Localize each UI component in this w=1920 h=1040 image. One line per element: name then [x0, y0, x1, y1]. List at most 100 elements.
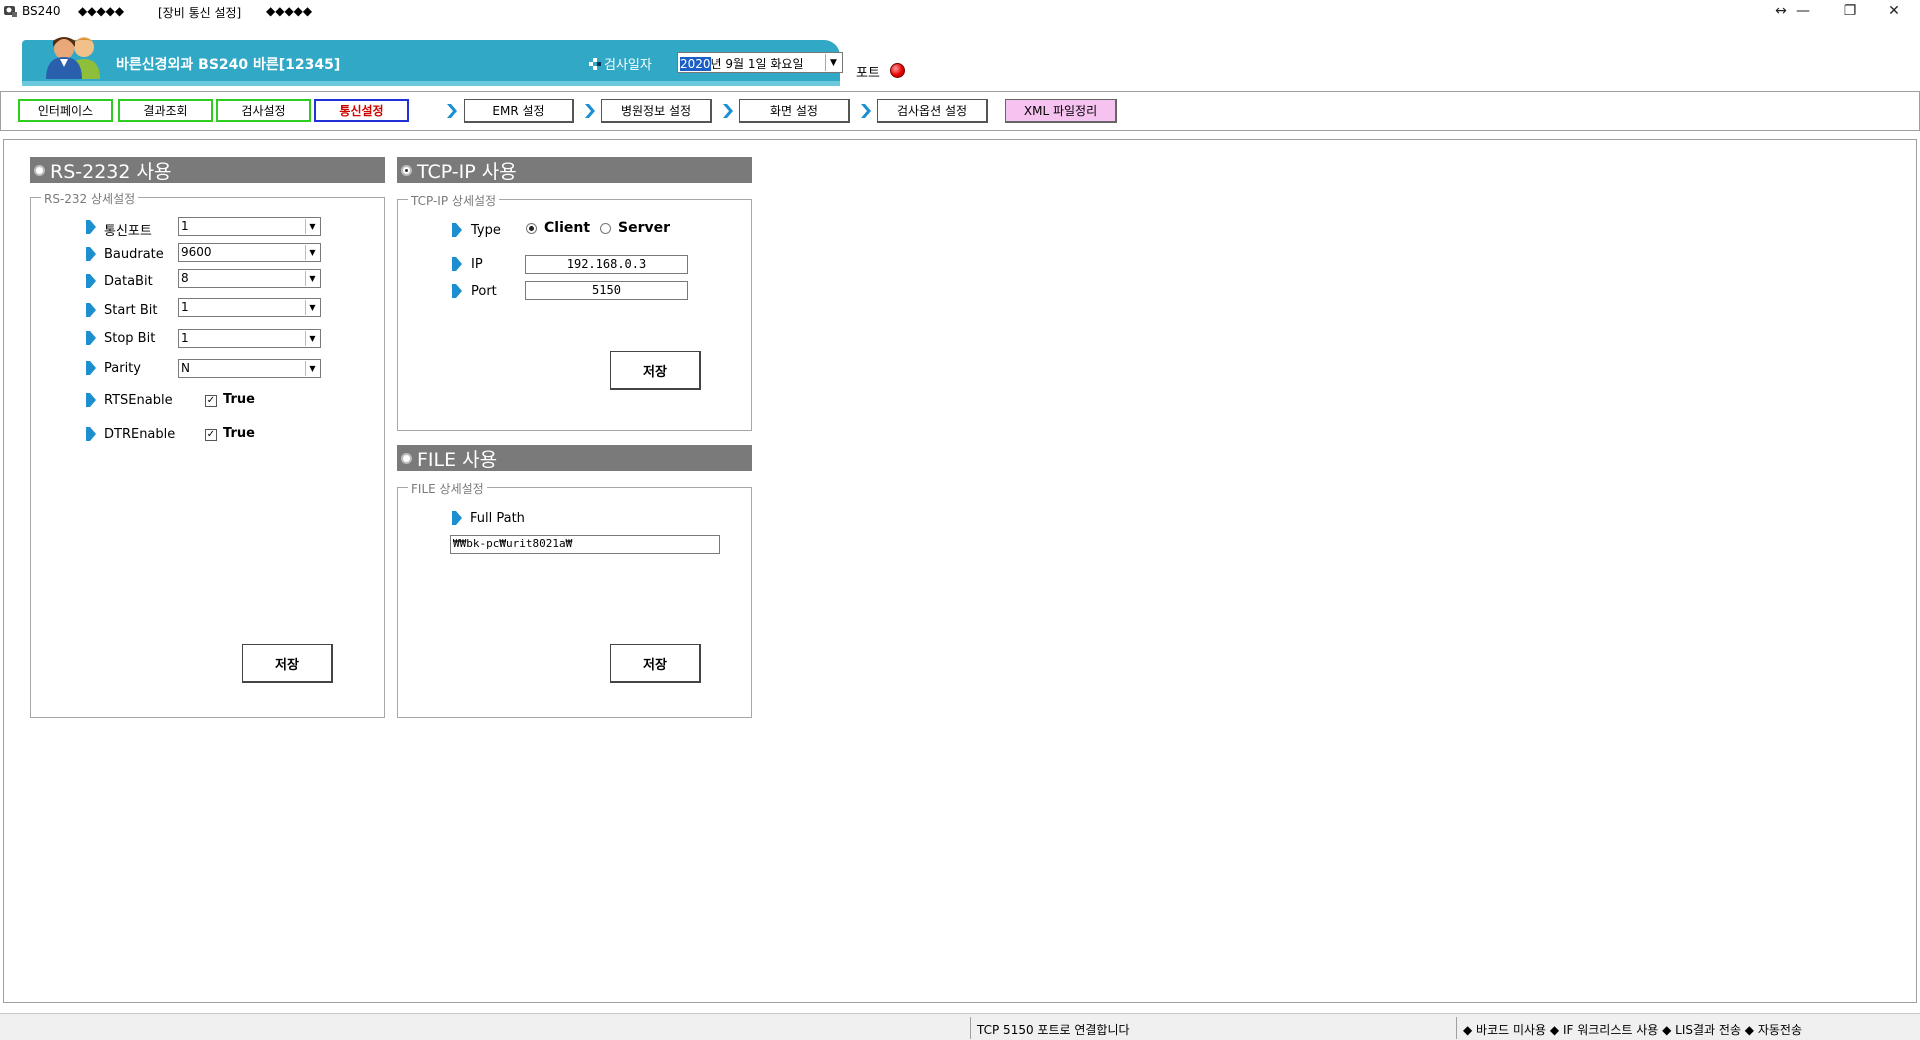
- app-icon: [4, 6, 17, 17]
- full-path-label: Full Path: [470, 511, 525, 526]
- menu-strip: 인터페이스 결과조회 검사설정 통신설정 EMR 설정 병원정보 설정 화면 설…: [0, 91, 1920, 131]
- hospital-title: 바른신경외과 BS240 바른[12345]: [116, 57, 341, 73]
- stopbit-select[interactable]: 1 ▼: [178, 329, 321, 348]
- file-group-title: FILE 상세설정: [408, 480, 487, 497]
- tab-exam-settings[interactable]: 검사설정: [216, 99, 311, 122]
- minimize-button[interactable]: —: [1783, 0, 1823, 22]
- databit-select[interactable]: 8 ▼: [178, 269, 321, 288]
- file-section-header[interactable]: FILE 사용: [397, 445, 752, 471]
- bullet-arrow-icon: [86, 274, 96, 288]
- users-avatar-icon: [46, 37, 100, 79]
- bullet-arrow-icon: [452, 257, 462, 271]
- bullet-arrow-icon: [86, 331, 96, 345]
- server-radio-label[interactable]: Server: [618, 220, 670, 236]
- databit-value: 8: [181, 271, 189, 285]
- comm-port-select[interactable]: 1 ▼: [178, 217, 321, 236]
- title-bar: BS240 ◆◆◆◆◆ [장비 통신 설정] ◆◆◆◆◆ ↔ — ❐ ✕: [0, 0, 1920, 24]
- status-bar: TCP 5150 포트로 연결합니다 ◆ 바코드 미사용 ◆ IF 워크리스트 …: [0, 1013, 1920, 1040]
- chevron-down-icon[interactable]: ▼: [305, 219, 319, 234]
- status-message: TCP 5150 포트로 연결합니다: [970, 1017, 1452, 1039]
- rts-enable-checkbox[interactable]: ✓: [205, 395, 217, 407]
- close-button[interactable]: ✕: [1874, 0, 1914, 22]
- exam-date-label: 검사일자: [604, 58, 652, 73]
- port-status-indicator: [890, 63, 905, 78]
- arrow-right-icon: [861, 104, 871, 118]
- file-save-button[interactable]: 저장: [610, 644, 701, 683]
- bullet-arrow-icon: [452, 284, 462, 298]
- screen-settings-button[interactable]: 화면 설정: [739, 99, 850, 123]
- bullet-arrow-icon: [86, 303, 96, 317]
- xml-cleanup-button[interactable]: XML 파일정리: [1005, 99, 1117, 123]
- date-year[interactable]: 2020: [680, 57, 711, 71]
- rs232-label-parity: Parity: [104, 361, 141, 376]
- tab-results[interactable]: 결과조회: [118, 99, 213, 122]
- tcpip-header-label: TCP-IP 사용: [417, 160, 517, 183]
- port-field-label: Port: [471, 284, 497, 299]
- chevron-down-icon[interactable]: ▼: [305, 331, 319, 346]
- parity-select[interactable]: N ▼: [178, 359, 321, 378]
- tcpip-save-button[interactable]: 저장: [610, 351, 701, 390]
- chevron-down-icon[interactable]: ▼: [305, 300, 319, 315]
- tab-interface[interactable]: 인터페이스: [18, 99, 113, 122]
- emr-settings-button[interactable]: EMR 설정: [464, 99, 574, 123]
- dtr-enable-checkbox[interactable]: ✓: [205, 429, 217, 441]
- rs232-label-stopbit: Stop Bit: [104, 331, 156, 346]
- full-path-input[interactable]: ₩₩bk-pc₩urit8021a₩: [450, 535, 720, 554]
- app-name: BS240: [22, 4, 61, 18]
- date-rest: 년 9월 1일 화요일: [710, 57, 804, 71]
- chevron-down-icon[interactable]: ▼: [305, 245, 319, 260]
- restore-button[interactable]: ❐: [1830, 0, 1870, 22]
- exam-options-button[interactable]: 검사옵션 설정: [877, 99, 988, 123]
- radio-selected-icon[interactable]: [401, 165, 412, 176]
- radio-icon[interactable]: [401, 453, 412, 464]
- window-title: [장비 통신 설정]: [158, 6, 242, 20]
- dtr-enable-text[interactable]: True: [223, 426, 255, 441]
- chevron-down-icon[interactable]: ▼: [305, 361, 319, 376]
- ip-input[interactable]: 192.168.0.3: [525, 255, 688, 274]
- stopbit-value: 1: [181, 331, 189, 345]
- chevron-down-icon[interactable]: ▼: [825, 54, 841, 71]
- bullet-arrow-icon: [86, 427, 96, 441]
- rts-enable-text[interactable]: True: [223, 392, 255, 407]
- baudrate-select[interactable]: 9600 ▼: [178, 243, 321, 262]
- rs232-label-startbit: Start Bit: [104, 303, 158, 318]
- bullet-arrow-icon: [86, 361, 96, 375]
- title-deco-right: ◆◆◆◆◆: [266, 4, 313, 18]
- arrow-right-icon: [723, 104, 733, 118]
- hospital-info-button[interactable]: 병원정보 설정: [601, 99, 712, 123]
- client-radio-label[interactable]: Client: [544, 220, 590, 236]
- bullet-arrow-icon: [86, 393, 96, 407]
- ip-label: IP: [471, 257, 483, 272]
- client-radio[interactable]: [526, 223, 537, 234]
- rs232-header-label: RS-2232 사용: [50, 160, 172, 183]
- tcpip-section-header[interactable]: TCP-IP 사용: [397, 157, 752, 183]
- parity-value: N: [181, 361, 190, 375]
- dtr-enable-label: DTREnable: [104, 427, 176, 442]
- server-radio[interactable]: [600, 223, 611, 234]
- radio-icon[interactable]: [34, 165, 45, 176]
- bullet-arrow-icon: [86, 247, 96, 261]
- startbit-value: 1: [181, 300, 189, 314]
- rs232-section-header[interactable]: RS-2232 사용: [30, 157, 385, 183]
- rs232-label-baudrate: Baudrate: [104, 247, 164, 262]
- baudrate-value: 9600: [181, 245, 212, 259]
- bullet-arrow-icon: [86, 220, 96, 234]
- rts-enable-label: RTSEnable: [104, 393, 173, 408]
- tab-comm-settings[interactable]: 통신설정: [314, 99, 409, 122]
- status-flags: ◆ 바코드 미사용 ◆ IF 워크리스트 사용 ◆ LIS결과 전송 ◆ 자동전…: [1456, 1017, 1920, 1039]
- bullet-arrow-icon: [452, 223, 462, 237]
- type-label: Type: [471, 223, 501, 238]
- startbit-select[interactable]: 1 ▼: [178, 298, 321, 317]
- file-groupbox: FILE 상세설정: [397, 480, 752, 718]
- rs232-label-port: 통신포트: [104, 224, 152, 239]
- header-banner: 바른신경외과 BS240 바른[12345] 검사일자 2020년 9월 1일 …: [22, 37, 843, 86]
- exam-date-picker[interactable]: 2020년 9월 1일 화요일 ▼: [677, 52, 843, 73]
- comm-port-value: 1: [181, 219, 189, 233]
- date-marker-icon: [589, 58, 601, 70]
- file-header-label: FILE 사용: [417, 448, 498, 471]
- chevron-down-icon[interactable]: ▼: [305, 271, 319, 286]
- port-input[interactable]: 5150: [525, 281, 688, 300]
- arrow-right-icon: [447, 104, 457, 118]
- rs232-save-button[interactable]: 저장: [242, 644, 333, 683]
- rs232-label-databit: DataBit: [104, 274, 153, 289]
